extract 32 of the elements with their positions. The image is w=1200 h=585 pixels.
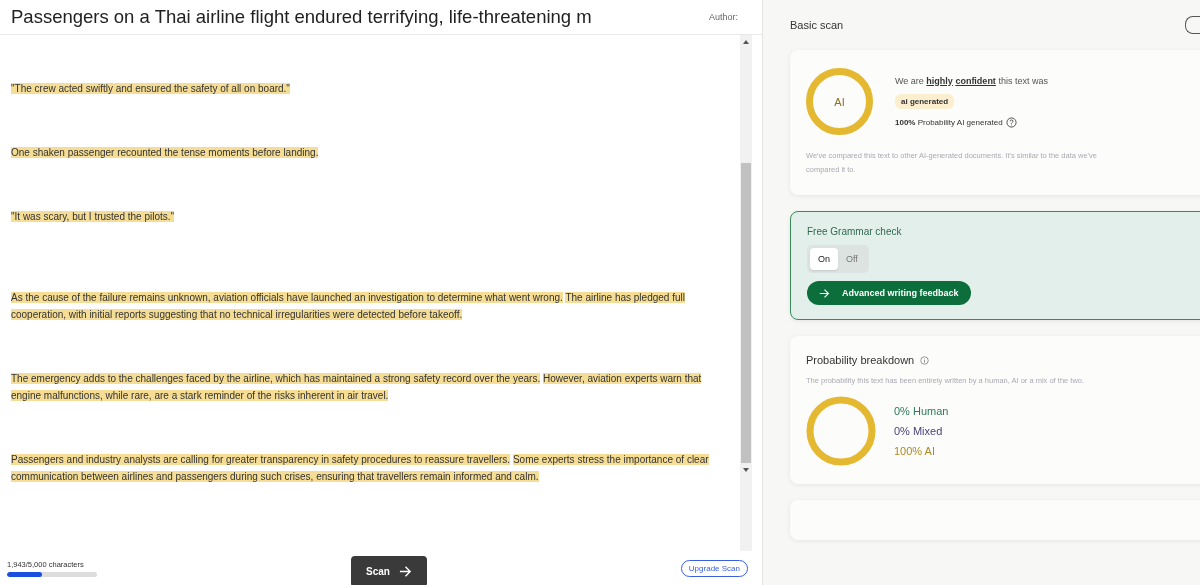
- scrollbar[interactable]: [740, 35, 752, 551]
- paragraph: Passengers and industry analysts are calling for greater transparency in safety procedures to reassure travellers. Some experts stress the importance of clear communication between airlines and passengers during such crises, ensuring that travellers remain informed and calm.: [11, 453, 710, 484]
- author-label: Author:: [708, 12, 738, 22]
- toggle-option[interactable]: On: [810, 248, 838, 270]
- scroll-down-icon[interactable]: [742, 466, 750, 474]
- legend-label: 0% Mixed: [894, 425, 944, 437]
- result-headline: We are highly confident this text was: [895, 75, 1048, 86]
- upgrade-scan-button[interactable]: Upgrade Scan: [680, 559, 748, 577]
- probability-text: 100% Probability AI generated: [895, 117, 1003, 127]
- paragraph: As the cause of the failure remains unknown, aviation officials have launched an investigation to determine what went wrong. The airline has pledged full cooperation, with initial reports suggesting that no technical irregularities were detected before takeoff.: [11, 291, 686, 322]
- scroll-up-icon[interactable]: [742, 38, 750, 46]
- arrow-icon: [819, 287, 830, 299]
- legend-label: 100% AI: [894, 445, 936, 457]
- paragraph: "It was scary, but I trusted the pilots.": [11, 210, 176, 224]
- toggle-switch[interactable]: [1185, 16, 1200, 34]
- toggle-option[interactable]: Off: [838, 248, 866, 270]
- writing-feedback-button[interactable]: Advanced writing feedback: [807, 281, 971, 305]
- document-title: Passengers on a Thai airline flight endured terrifying, life-threatening m: [11, 6, 592, 28]
- scan-button[interactable]: Scan: [350, 555, 427, 585]
- grammar-title: Free Grammar check: [807, 226, 903, 237]
- breakdown-title: Probability breakdown: [806, 354, 915, 366]
- panel-title: Basic scan: [790, 19, 844, 31]
- paragraph: The emergency adds to the challenges faced by the airline, which has maintained a strong safety record over the years. However, aviation experts warn that engine malfunctions, while rare, are a stark reminder of the risks inherent in air travel.: [11, 372, 703, 403]
- info-icon[interactable]: [920, 355, 930, 365]
- paragraph: One shaken passenger recounted the tense moments before landing.: [11, 146, 320, 160]
- arrow-icon: [398, 564, 412, 578]
- donut-ring-drawing: [806, 396, 876, 466]
- help-icon[interactable]: [1005, 116, 1017, 128]
- paragraph: "The crew acted swiftly and ensured the safety of all on board.": [11, 82, 291, 96]
- ai-ring-drawing: AI: [806, 68, 873, 135]
- ai-generated-badge: ai generated: [895, 93, 955, 109]
- legend-label: 0% Human: [894, 405, 949, 417]
